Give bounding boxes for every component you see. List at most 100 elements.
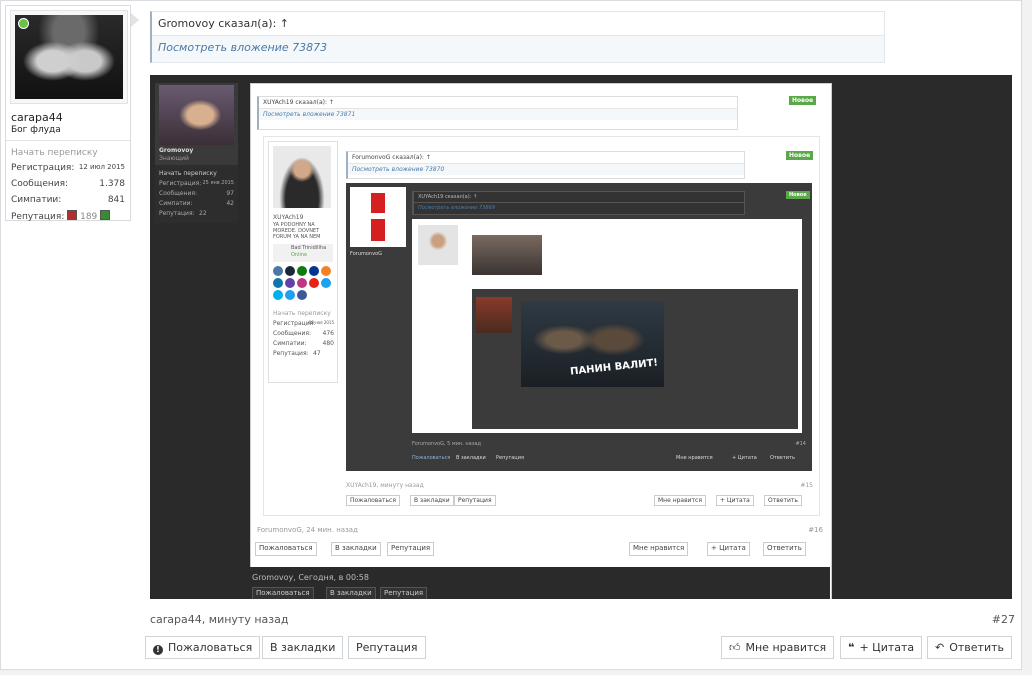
embedded-quote-link: Посмотреть вложение 73871 [259, 109, 737, 120]
username[interactable]: carapa44 [11, 111, 63, 124]
embedded-quote-header: XUYAch19 сказал(а): ↑ [259, 97, 737, 109]
new-badge: Новое [789, 96, 817, 105]
reply-label: Ответить [949, 641, 1004, 654]
l2-stat-value: 476 [322, 330, 334, 337]
l2-online-box: Bad Trinidillha Online [273, 244, 333, 262]
reply-button[interactable]: ↶ Ответить [927, 636, 1012, 659]
embedded-avatar [159, 85, 234, 145]
l2-quote-header: ForumonvoG сказал(а): ↑ [348, 152, 744, 164]
bottom-bookmark-button: В закладки [326, 587, 376, 599]
report-label: Пожаловаться [168, 641, 253, 654]
bird-icon [285, 290, 295, 300]
l3-avatar-shape [360, 213, 396, 219]
skype-icon [273, 290, 283, 300]
l1-meta: ForumonvoG, 24 мин. назад [257, 526, 358, 534]
l1-reply-button: Ответить [763, 542, 806, 556]
l1-reputation-button: Репутация [387, 542, 435, 556]
l1-like-button: Мне нравится [629, 542, 689, 556]
quote-icon: ❝ [848, 641, 855, 654]
stat-value: 12 июл 2015 [78, 163, 125, 171]
avatar-image [15, 15, 123, 99]
l2-stat-label: Сообщения: [273, 330, 312, 337]
twitter-icon [321, 278, 331, 288]
l3-quote: XUYAch19 сказал(а): ↑ Посмотреть вложени… [412, 191, 745, 215]
l2-like-button: Мне нравится [654, 495, 706, 506]
l1-quote-button: + Цитата [707, 542, 750, 556]
l2-quote-button: + Цитата [716, 495, 754, 506]
reply-arrow-icon: ↶ [935, 641, 945, 654]
like-button[interactable]: 👍︎ Мне нравится [721, 636, 835, 659]
l3-meta: ForumonvoG, 5 мин. назад [412, 441, 481, 447]
bottom-report-button: Пожаловаться [252, 587, 314, 599]
card-pointer [131, 13, 139, 27]
embedded-username: Gromovoy [159, 147, 194, 154]
alert-icon: ! [153, 645, 163, 655]
l1-post-number: #16 [808, 526, 823, 534]
attached-image[interactable]: Gromovoy Знающий Начать переписку Регист… [150, 75, 1012, 599]
l2-stat-label: Начать переписку [273, 310, 331, 317]
thumbs-up-icon: 👍︎ [729, 641, 741, 654]
steam-icon [285, 266, 295, 276]
reputation-button[interactable]: Репутация [348, 636, 426, 659]
embedded-stat-label: Репутация: [159, 210, 195, 217]
l2-report-button: Пожаловаться [346, 495, 400, 506]
attachment-link[interactable]: Посмотреть вложение 73873 [158, 41, 327, 54]
l2-stat-value: 47 [313, 350, 321, 357]
embedded-user-card: Gromovoy Знающий Начать переписку Регист… [155, 83, 238, 223]
l2-reputation-button: Репутация [454, 495, 496, 506]
embedded-stats: Начать переписку Регистрация: 25 янв 201… [155, 165, 238, 223]
l3-bookmark: В закладки [456, 455, 486, 461]
stat-label: Репутация: [11, 212, 65, 222]
embedded-post-level2: XUYAch19 YA PODOHNY NA MOREDE. DOVNET FO… [263, 136, 820, 516]
reputation-minus-icon[interactable] [67, 210, 78, 220]
embedded-start: Начать переписку [159, 170, 217, 177]
stat-reputation: Репутация: 189 [11, 210, 125, 222]
new-badge: Новое [786, 151, 814, 160]
avatar[interactable] [10, 10, 128, 104]
l2-stat-label: Симпатии: [273, 340, 307, 347]
bottom-meta: Gromovoy, Сегодня, в 00:58 [252, 573, 369, 582]
embedded-quote: XUYAch19 сказал(а): ↑ Посмотреть вложени… [257, 96, 738, 130]
l2-social-icons [273, 266, 331, 300]
stat-label: Симпатии: [11, 195, 62, 205]
embedded-stat-value: 25 янв 2015 [202, 180, 235, 186]
embedded-bottom-strip: Gromovoy, Сегодня, в 00:58 Пожаловаться … [250, 567, 830, 599]
linkedin-icon [273, 278, 283, 288]
l3-reputation: Репутация [496, 455, 524, 461]
l3-like: Мне нравится [676, 455, 713, 461]
l4-avatar [418, 225, 458, 265]
l2-online-name: Bad Trinidillha [291, 245, 327, 251]
report-button[interactable]: ! Пожаловаться [145, 636, 261, 659]
l3-avatar [350, 187, 406, 247]
bookmark-button[interactable]: В закладки [262, 636, 344, 659]
stat-likes: Симпатии: 841 [11, 195, 125, 205]
l3-quote-header: XUYAch19 сказал(а): ↑ [414, 192, 744, 203]
post-meta[interactable]: carapa44, минуту назад [150, 613, 288, 626]
start-conversation-link[interactable]: Начать переписку [11, 148, 98, 158]
l4-video-thumb [472, 235, 542, 275]
online-status-icon [18, 18, 29, 29]
l3-screenshot: ForumonvoG XUYAch19 сказал(а): ↑ Посмотр… [346, 183, 812, 471]
embedded-stat-label: Сообщения: [159, 190, 198, 197]
post-number[interactable]: #27 [992, 613, 1015, 626]
l2-stat-label: Репутация: [273, 350, 309, 357]
xbox-icon [297, 266, 307, 276]
l2-user-card: XUYAch19 YA PODOHNY NA MOREDE. DOVNET FO… [268, 141, 338, 383]
quote-block: Gromovoy сказал(а): ↑ Посмотреть вложени… [150, 11, 885, 63]
embedded-stat-value: 97 [226, 190, 234, 197]
l2-quote-link: Посмотреть вложение 73870 [348, 164, 744, 175]
l2-meta: XUYAch19, минуту назад [346, 482, 424, 489]
bottom-reputation-button: Репутация [380, 587, 428, 599]
quote-body: Посмотреть вложение 73873 [152, 36, 884, 62]
quote-header[interactable]: Gromovoy сказал(а): ↑ [152, 12, 884, 36]
stat-label: Регистрация: [11, 163, 75, 173]
twitch-icon [285, 278, 295, 288]
playstation-icon [309, 266, 319, 276]
user-card: carapa44 Бог флуда Начать переписку Реги… [5, 5, 131, 222]
l2-post-number: #15 [800, 482, 813, 489]
embedded-stat-label: Регистрация: [159, 180, 202, 187]
quote-button[interactable]: ❝ + Цитата [840, 636, 923, 659]
reputation-plus-icon[interactable] [100, 210, 111, 220]
l3-quote-link: Посмотреть вложение 73869 [414, 203, 744, 213]
stat-value[interactable]: 1.378 [99, 179, 125, 189]
